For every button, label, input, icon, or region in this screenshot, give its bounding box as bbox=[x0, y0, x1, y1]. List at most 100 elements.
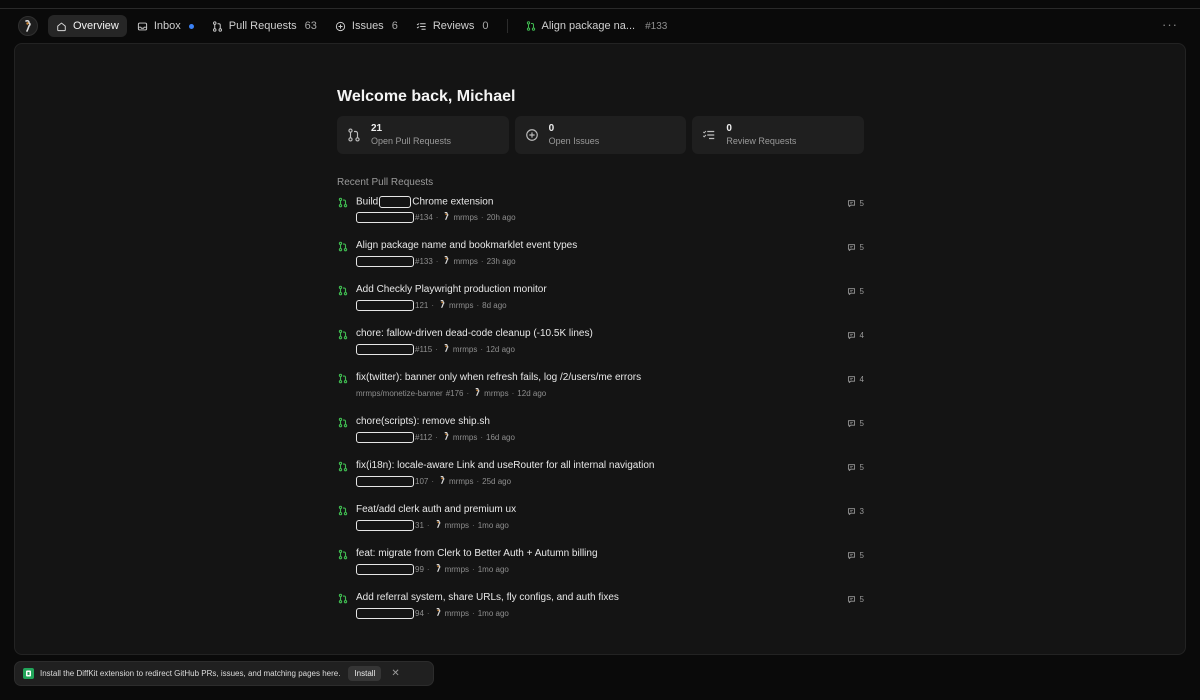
nav-inbox[interactable]: Inbox bbox=[129, 15, 202, 37]
pr-row[interactable]: Feat/add clerk auth and premium ux 31 · mrm… bbox=[337, 503, 864, 547]
install-button[interactable]: Install bbox=[348, 666, 382, 681]
redacted-repo bbox=[356, 563, 414, 575]
stat-value: 0 bbox=[726, 123, 732, 134]
pr-title-line[interactable]: Align package name and bookmarklet event… bbox=[356, 239, 864, 254]
nav-reviews[interactable]: Reviews 0 bbox=[408, 15, 497, 37]
pr-age: 20h ago bbox=[486, 212, 516, 222]
section-title: Recent Pull Requests bbox=[337, 177, 434, 188]
nav-pull-requests[interactable]: Pull Requests 63 bbox=[204, 15, 325, 37]
stat-value: 0 bbox=[548, 123, 555, 134]
author-avatar bbox=[441, 432, 453, 442]
nav-inbox-label: Inbox bbox=[153, 20, 181, 32]
pr-title-line[interactable]: Add Checkly Playwright production monito… bbox=[356, 283, 864, 298]
pr-title: Feat/add clerk auth and premium ux bbox=[356, 504, 517, 515]
meta-separator: · bbox=[511, 388, 515, 398]
pr-title-line[interactable]: fix(i18n): locale-aware Link and useRout… bbox=[356, 459, 864, 474]
pr-number: #112 bbox=[415, 432, 433, 442]
meta-separator: · bbox=[480, 212, 484, 222]
pr-author[interactable]: mrmps bbox=[484, 389, 508, 398]
pull-request-icon bbox=[338, 373, 348, 384]
pr-meta: #133 · mrmps · 23h ago bbox=[356, 254, 864, 268]
pr-number: 121 bbox=[415, 300, 429, 310]
pr-title-line[interactable]: Feat/add clerk auth and premium ux bbox=[356, 503, 864, 518]
comment-count: 4 bbox=[847, 375, 864, 384]
app-logo[interactable] bbox=[18, 16, 38, 36]
pr-row[interactable]: Add referral system, share URLs, fly con… bbox=[337, 591, 864, 635]
pr-age: 1mo ago bbox=[477, 520, 509, 530]
close-icon[interactable]: ✕ bbox=[391, 668, 399, 679]
pr-author[interactable]: mrmps bbox=[445, 521, 469, 530]
redacted-text bbox=[379, 196, 412, 208]
pr-number: #176 bbox=[445, 388, 464, 398]
pr-author[interactable]: mrmps bbox=[453, 213, 477, 222]
author-avatar bbox=[441, 256, 453, 266]
pr-author[interactable]: mrmps bbox=[445, 609, 469, 618]
pr-number: #115 bbox=[415, 344, 433, 354]
pr-title-part: Build bbox=[356, 196, 379, 208]
author-avatar bbox=[441, 212, 453, 222]
pull-request-icon bbox=[347, 128, 361, 142]
recent-pull-requests-list: Build Chrome extension #134 · mrmps · 20h ago 5… bbox=[337, 195, 864, 635]
comment-count: 3 bbox=[847, 507, 864, 516]
meta-separator: · bbox=[431, 476, 435, 486]
pr-row[interactable]: fix(twitter): banner only when refresh f… bbox=[337, 371, 864, 415]
pr-title-line[interactable]: chore(scripts): remove ship.sh bbox=[356, 415, 864, 430]
pr-title-line[interactable]: fix(twitter): banner only when refresh f… bbox=[356, 371, 864, 386]
pr-author[interactable]: mrmps bbox=[449, 301, 473, 310]
pr-row[interactable]: fix(i18n): locale-aware Link and useRout… bbox=[337, 459, 864, 503]
comment-count-value: 5 bbox=[859, 595, 864, 604]
toast-message: Install the DiffKit extension to redirec… bbox=[40, 669, 341, 678]
ellipsis-icon[interactable]: ··· bbox=[1162, 17, 1178, 32]
pr-author[interactable]: mrmps bbox=[449, 477, 473, 486]
pull-request-icon bbox=[338, 329, 348, 340]
pr-title: Add referral system, share URLs, fly con… bbox=[356, 592, 619, 603]
meta-separator: · bbox=[431, 300, 435, 310]
pr-title-line[interactable]: Add referral system, share URLs, fly con… bbox=[356, 591, 864, 606]
pr-row[interactable]: Add Checkly Playwright production monito… bbox=[337, 283, 864, 327]
redacted-repo bbox=[356, 255, 414, 267]
pr-title-line[interactable]: chore: fallow-driven dead-code cleanup (… bbox=[356, 327, 864, 342]
inbox-icon bbox=[137, 21, 148, 32]
nav-issues[interactable]: Issues 6 bbox=[327, 15, 406, 37]
nav-overview[interactable]: Overview bbox=[48, 15, 127, 37]
comment-count: 5 bbox=[847, 595, 864, 604]
pr-title-line[interactable]: feat: migrate from Clerk to Better Auth … bbox=[356, 547, 864, 562]
redacted-repo bbox=[356, 607, 414, 619]
pr-author[interactable]: mrmps bbox=[453, 433, 477, 442]
author-avatar bbox=[433, 520, 445, 530]
home-icon bbox=[56, 21, 67, 32]
comment-count: 5 bbox=[847, 287, 864, 296]
pr-age: 12d ago bbox=[486, 344, 515, 354]
comment-icon bbox=[847, 463, 856, 472]
pr-row[interactable]: Align package name and bookmarklet event… bbox=[337, 239, 864, 283]
open-pr-tab-label: Align package na... bbox=[541, 20, 636, 32]
pull-request-icon bbox=[338, 417, 348, 428]
nav-overview-label: Overview bbox=[73, 20, 119, 32]
meta-separator: · bbox=[426, 520, 430, 530]
pr-row[interactable]: chore: fallow-driven dead-code cleanup (… bbox=[337, 327, 864, 371]
stat-open-pull-requests[interactable]: 21 Open Pull Requests bbox=[337, 116, 509, 154]
stat-value: 21 bbox=[371, 123, 383, 134]
review-icon bbox=[416, 21, 427, 32]
stat-review-requests[interactable]: 0 Review Requests bbox=[692, 116, 865, 154]
review-icon bbox=[702, 128, 716, 142]
stat-open-issues[interactable]: 0 Open Issues bbox=[514, 116, 687, 154]
main-panel: Welcome back, Michael 21 Open Pull Reques… bbox=[14, 43, 1186, 655]
comment-count-value: 3 bbox=[859, 507, 864, 516]
pr-row[interactable]: chore(scripts): remove ship.sh #112 · mrmps… bbox=[337, 415, 864, 459]
comment-icon bbox=[847, 419, 856, 428]
pr-author[interactable]: mrmps bbox=[453, 345, 477, 354]
redacted-repo bbox=[356, 299, 414, 311]
pr-row[interactable]: Build Chrome extension #134 · mrmps · 20h ago 5 bbox=[337, 195, 864, 239]
pr-row[interactable]: feat: migrate from Clerk to Better Auth … bbox=[337, 547, 864, 591]
pr-author[interactable]: mrmps bbox=[453, 257, 477, 266]
redacted-repo bbox=[356, 211, 414, 223]
pr-title-line[interactable]: Build Chrome extension bbox=[356, 195, 864, 210]
pr-author[interactable]: mrmps bbox=[445, 565, 469, 574]
nav-reviews-label: Reviews bbox=[432, 20, 475, 32]
pr-age: 12d ago bbox=[517, 388, 547, 398]
pr-repo: mrmps/monetize-banner bbox=[356, 388, 443, 398]
comment-count-value: 5 bbox=[859, 243, 864, 252]
open-pr-tab[interactable]: Align package na... #133 bbox=[518, 15, 676, 37]
pr-age: 25d ago bbox=[482, 476, 512, 486]
